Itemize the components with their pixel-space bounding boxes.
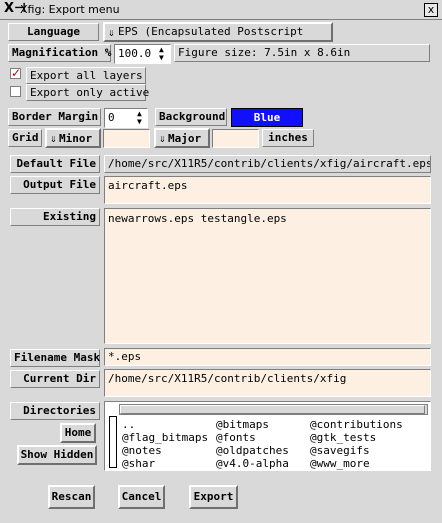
grid-major-dropdown[interactable]: ⇓ Major (154, 128, 210, 148)
language-dropdown[interactable]: ⇓ EPS (Encapsulated Postscript (103, 22, 333, 42)
existing-label: Existing (10, 208, 100, 226)
export-button[interactable]: Export (189, 485, 238, 509)
language-label: Language (8, 23, 99, 41)
window-title: Xfig: Export menu (20, 3, 120, 16)
directory-item[interactable]: @oldpatches (216, 445, 289, 457)
directory-item[interactable]: @bitmaps (216, 419, 269, 431)
down-arrow-icon: ⇓ (108, 26, 115, 39)
horizontal-scrollbar[interactable] (119, 404, 428, 415)
magnification-spinner[interactable]: 100.0 ▲ ▼ (114, 44, 171, 64)
directory-item[interactable]: @shar (122, 458, 155, 470)
figure-size-display: Figure size: 7.5in x 8.6in (174, 44, 430, 62)
directory-item[interactable]: @v4.0-alpha (216, 458, 289, 470)
directory-item[interactable]: @fonts (216, 432, 256, 444)
directories-list[interactable]: .. @bitmaps @contributions @flag_bitmaps… (104, 401, 431, 471)
current-dir-input[interactable]: /home/src/X11R5/contrib/clients/xfig (104, 369, 431, 397)
magnification-label: Magnification % (8, 44, 111, 62)
xfig-logo-icon: X⊣ (4, 1, 26, 16)
directory-item[interactable]: .. (122, 419, 135, 431)
vertical-scrollbar[interactable] (109, 416, 117, 468)
grid-label: Grid (8, 129, 42, 147)
scrollbar-thumb[interactable] (120, 405, 425, 414)
home-button[interactable]: Home (60, 423, 96, 443)
background-label: Background (155, 108, 227, 126)
title-bar: X⊣ Xfig: Export menu x (0, 0, 442, 20)
grid-minor-dropdown[interactable]: ⇓ Minor (45, 128, 101, 148)
checkmark-icon: ✓ (11, 66, 22, 80)
filename-mask-label: Filename Mask (10, 349, 100, 367)
output-file-label: Output File (10, 176, 100, 194)
default-file-value: /home/src/X11R5/contrib/clients/xfig/air… (104, 155, 431, 173)
directory-item[interactable]: @flag_bitmaps (122, 432, 208, 444)
directory-item[interactable]: @notes (122, 445, 162, 457)
grid-major-input[interactable] (212, 129, 259, 148)
export-all-layers-checkbox[interactable]: ✓ (10, 66, 22, 80)
export-only-active-label[interactable]: Export only active (26, 84, 149, 101)
spin-down-icon[interactable]: ▼ (137, 118, 142, 126)
export-all-layers-label[interactable]: Export all layers (26, 67, 146, 84)
current-dir-label: Current Dir (10, 370, 100, 388)
show-hidden-button[interactable]: Show Hidden (17, 445, 97, 465)
directory-item[interactable]: @contributions (310, 419, 403, 431)
spin-down-icon[interactable]: ▼ (159, 54, 164, 62)
close-icon[interactable]: x (424, 3, 438, 17)
rescan-button[interactable]: Rescan (48, 485, 95, 509)
border-margin-input[interactable]: 0 (105, 110, 118, 126)
output-file-input[interactable]: aircraft.eps (104, 176, 431, 204)
export-only-active-checkbox[interactable] (10, 86, 21, 97)
border-margin-label: Border Margin (8, 108, 101, 126)
down-arrow-icon: ⇓ (159, 132, 166, 145)
directory-item[interactable]: @gtk_tests (310, 432, 376, 444)
directories-label: Directories (10, 402, 100, 420)
magnification-input[interactable]: 100.0 (115, 46, 154, 62)
directory-item[interactable]: @savegifs (310, 445, 370, 457)
border-margin-spinner[interactable]: 0 ▲ ▼ (104, 108, 148, 128)
existing-files-list[interactable]: newarrows.eps testangle.eps (104, 208, 431, 344)
grid-units-label: inches (262, 129, 314, 147)
down-arrow-icon: ⇓ (50, 132, 57, 145)
directory-item[interactable]: @www_more (310, 458, 370, 470)
filename-mask-input[interactable]: *.eps (104, 348, 431, 366)
grid-minor-input[interactable] (103, 129, 150, 148)
background-color-button[interactable]: Blue (231, 108, 303, 127)
cancel-button[interactable]: Cancel (118, 485, 165, 509)
default-file-label: Default File (10, 155, 100, 173)
